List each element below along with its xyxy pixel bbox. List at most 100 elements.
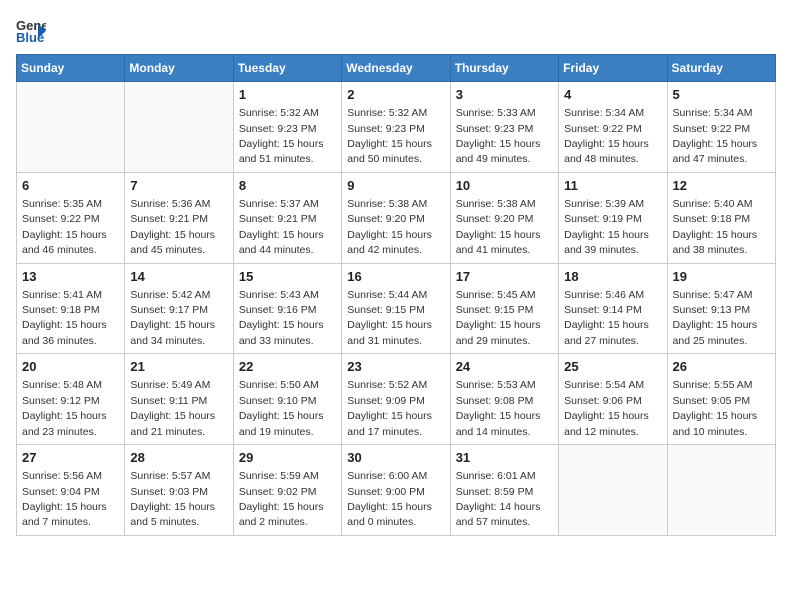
day-info: Sunrise: 5:49 AMSunset: 9:11 PMDaylight:… xyxy=(130,379,215,437)
calendar-cell: 7 Sunrise: 5:36 AMSunset: 9:21 PMDayligh… xyxy=(125,172,233,263)
day-info: Sunrise: 5:32 AMSunset: 9:23 PMDaylight:… xyxy=(347,107,432,165)
calendar-cell: 31 Sunrise: 6:01 AMSunset: 8:59 PMDaylig… xyxy=(450,445,558,536)
day-info: Sunrise: 5:38 AMSunset: 9:20 PMDaylight:… xyxy=(347,198,432,256)
calendar-table: SundayMondayTuesdayWednesdayThursdayFrid… xyxy=(16,54,776,536)
day-info: Sunrise: 5:33 AMSunset: 9:23 PMDaylight:… xyxy=(456,107,541,165)
calendar-cell xyxy=(17,82,125,173)
day-info: Sunrise: 6:01 AMSunset: 8:59 PMDaylight:… xyxy=(456,470,541,528)
day-number: 25 xyxy=(564,358,661,376)
day-number: 2 xyxy=(347,86,444,104)
day-number: 16 xyxy=(347,268,444,286)
day-info: Sunrise: 5:53 AMSunset: 9:08 PMDaylight:… xyxy=(456,379,541,437)
calendar-header-row: SundayMondayTuesdayWednesdayThursdayFrid… xyxy=(17,55,776,82)
day-number: 8 xyxy=(239,177,336,195)
calendar-cell: 4 Sunrise: 5:34 AMSunset: 9:22 PMDayligh… xyxy=(559,82,667,173)
weekday-header-friday: Friday xyxy=(559,55,667,82)
calendar-cell: 9 Sunrise: 5:38 AMSunset: 9:20 PMDayligh… xyxy=(342,172,450,263)
calendar-week-2: 6 Sunrise: 5:35 AMSunset: 9:22 PMDayligh… xyxy=(17,172,776,263)
day-info: Sunrise: 5:42 AMSunset: 9:17 PMDaylight:… xyxy=(130,289,215,347)
calendar-cell: 3 Sunrise: 5:33 AMSunset: 9:23 PMDayligh… xyxy=(450,82,558,173)
day-number: 27 xyxy=(22,449,119,467)
day-info: Sunrise: 5:35 AMSunset: 9:22 PMDaylight:… xyxy=(22,198,107,256)
calendar-cell: 18 Sunrise: 5:46 AMSunset: 9:14 PMDaylig… xyxy=(559,263,667,354)
weekday-header-sunday: Sunday xyxy=(17,55,125,82)
day-info: Sunrise: 5:41 AMSunset: 9:18 PMDaylight:… xyxy=(22,289,107,347)
calendar-cell: 28 Sunrise: 5:57 AMSunset: 9:03 PMDaylig… xyxy=(125,445,233,536)
calendar-cell xyxy=(559,445,667,536)
day-number: 5 xyxy=(673,86,770,104)
weekday-header-saturday: Saturday xyxy=(667,55,775,82)
calendar-cell: 19 Sunrise: 5:47 AMSunset: 9:13 PMDaylig… xyxy=(667,263,775,354)
day-number: 17 xyxy=(456,268,553,286)
day-number: 4 xyxy=(564,86,661,104)
day-number: 18 xyxy=(564,268,661,286)
weekday-header-thursday: Thursday xyxy=(450,55,558,82)
day-number: 13 xyxy=(22,268,119,286)
day-info: Sunrise: 5:39 AMSunset: 9:19 PMDaylight:… xyxy=(564,198,649,256)
day-number: 31 xyxy=(456,449,553,467)
day-info: Sunrise: 5:46 AMSunset: 9:14 PMDaylight:… xyxy=(564,289,649,347)
day-number: 11 xyxy=(564,177,661,195)
calendar-cell: 14 Sunrise: 5:42 AMSunset: 9:17 PMDaylig… xyxy=(125,263,233,354)
day-info: Sunrise: 5:47 AMSunset: 9:13 PMDaylight:… xyxy=(673,289,758,347)
logo-icon: General Blue xyxy=(16,16,46,46)
day-info: Sunrise: 5:55 AMSunset: 9:05 PMDaylight:… xyxy=(673,379,758,437)
calendar-cell: 16 Sunrise: 5:44 AMSunset: 9:15 PMDaylig… xyxy=(342,263,450,354)
calendar-week-1: 1 Sunrise: 5:32 AMSunset: 9:23 PMDayligh… xyxy=(17,82,776,173)
calendar-cell: 27 Sunrise: 5:56 AMSunset: 9:04 PMDaylig… xyxy=(17,445,125,536)
calendar-cell: 15 Sunrise: 5:43 AMSunset: 9:16 PMDaylig… xyxy=(233,263,341,354)
day-number: 24 xyxy=(456,358,553,376)
day-info: Sunrise: 5:59 AMSunset: 9:02 PMDaylight:… xyxy=(239,470,324,528)
calendar-cell: 29 Sunrise: 5:59 AMSunset: 9:02 PMDaylig… xyxy=(233,445,341,536)
day-info: Sunrise: 5:40 AMSunset: 9:18 PMDaylight:… xyxy=(673,198,758,256)
calendar-cell: 30 Sunrise: 6:00 AMSunset: 9:00 PMDaylig… xyxy=(342,445,450,536)
day-number: 19 xyxy=(673,268,770,286)
day-info: Sunrise: 5:54 AMSunset: 9:06 PMDaylight:… xyxy=(564,379,649,437)
calendar-cell: 21 Sunrise: 5:49 AMSunset: 9:11 PMDaylig… xyxy=(125,354,233,445)
day-info: Sunrise: 5:36 AMSunset: 9:21 PMDaylight:… xyxy=(130,198,215,256)
calendar-cell: 12 Sunrise: 5:40 AMSunset: 9:18 PMDaylig… xyxy=(667,172,775,263)
weekday-header-tuesday: Tuesday xyxy=(233,55,341,82)
day-info: Sunrise: 5:34 AMSunset: 9:22 PMDaylight:… xyxy=(673,107,758,165)
weekday-header-monday: Monday xyxy=(125,55,233,82)
calendar-cell: 13 Sunrise: 5:41 AMSunset: 9:18 PMDaylig… xyxy=(17,263,125,354)
day-number: 1 xyxy=(239,86,336,104)
page-header: General Blue xyxy=(16,16,776,46)
day-info: Sunrise: 5:56 AMSunset: 9:04 PMDaylight:… xyxy=(22,470,107,528)
calendar-cell: 23 Sunrise: 5:52 AMSunset: 9:09 PMDaylig… xyxy=(342,354,450,445)
day-info: Sunrise: 5:45 AMSunset: 9:15 PMDaylight:… xyxy=(456,289,541,347)
day-info: Sunrise: 5:34 AMSunset: 9:22 PMDaylight:… xyxy=(564,107,649,165)
day-number: 7 xyxy=(130,177,227,195)
calendar-week-4: 20 Sunrise: 5:48 AMSunset: 9:12 PMDaylig… xyxy=(17,354,776,445)
day-info: Sunrise: 5:37 AMSunset: 9:21 PMDaylight:… xyxy=(239,198,324,256)
day-info: Sunrise: 5:57 AMSunset: 9:03 PMDaylight:… xyxy=(130,470,215,528)
calendar-cell: 25 Sunrise: 5:54 AMSunset: 9:06 PMDaylig… xyxy=(559,354,667,445)
calendar-week-3: 13 Sunrise: 5:41 AMSunset: 9:18 PMDaylig… xyxy=(17,263,776,354)
day-number: 29 xyxy=(239,449,336,467)
calendar-cell: 17 Sunrise: 5:45 AMSunset: 9:15 PMDaylig… xyxy=(450,263,558,354)
day-number: 22 xyxy=(239,358,336,376)
calendar-cell: 24 Sunrise: 5:53 AMSunset: 9:08 PMDaylig… xyxy=(450,354,558,445)
calendar-cell xyxy=(667,445,775,536)
calendar-cell: 10 Sunrise: 5:38 AMSunset: 9:20 PMDaylig… xyxy=(450,172,558,263)
day-info: Sunrise: 5:32 AMSunset: 9:23 PMDaylight:… xyxy=(239,107,324,165)
day-number: 3 xyxy=(456,86,553,104)
day-number: 30 xyxy=(347,449,444,467)
day-number: 6 xyxy=(22,177,119,195)
calendar-cell: 1 Sunrise: 5:32 AMSunset: 9:23 PMDayligh… xyxy=(233,82,341,173)
day-number: 15 xyxy=(239,268,336,286)
calendar-cell xyxy=(125,82,233,173)
calendar-cell: 26 Sunrise: 5:55 AMSunset: 9:05 PMDaylig… xyxy=(667,354,775,445)
day-info: Sunrise: 5:52 AMSunset: 9:09 PMDaylight:… xyxy=(347,379,432,437)
day-number: 23 xyxy=(347,358,444,376)
day-info: Sunrise: 5:43 AMSunset: 9:16 PMDaylight:… xyxy=(239,289,324,347)
weekday-header-wednesday: Wednesday xyxy=(342,55,450,82)
calendar-cell: 8 Sunrise: 5:37 AMSunset: 9:21 PMDayligh… xyxy=(233,172,341,263)
day-number: 26 xyxy=(673,358,770,376)
day-number: 20 xyxy=(22,358,119,376)
day-number: 12 xyxy=(673,177,770,195)
logo: General Blue xyxy=(16,16,46,46)
calendar-cell: 22 Sunrise: 5:50 AMSunset: 9:10 PMDaylig… xyxy=(233,354,341,445)
day-number: 14 xyxy=(130,268,227,286)
day-number: 9 xyxy=(347,177,444,195)
